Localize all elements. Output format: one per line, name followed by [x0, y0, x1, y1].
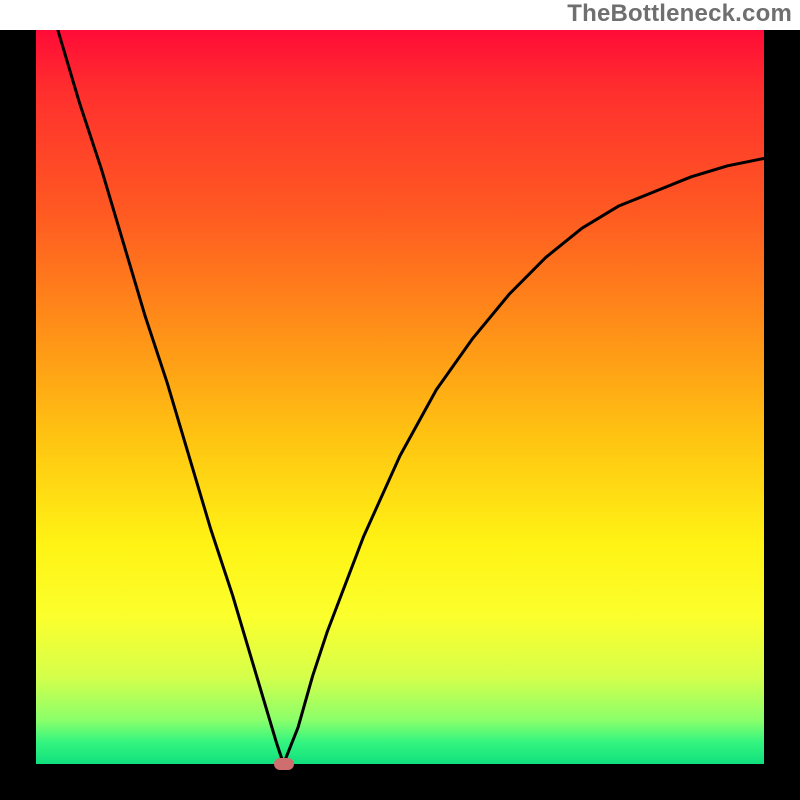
plot-frame: [0, 30, 800, 800]
plot-background-gradient: [36, 30, 764, 764]
plot-area: [36, 30, 764, 764]
watermark-label: TheBottleneck.com: [567, 0, 792, 28]
